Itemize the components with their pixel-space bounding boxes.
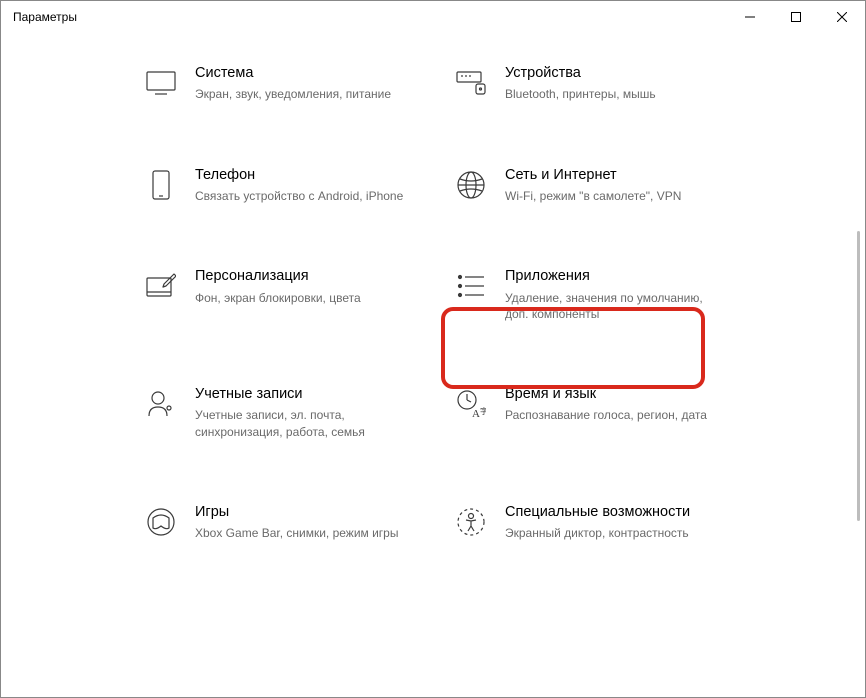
tile-devices[interactable]: Устройства Bluetooth, принтеры, мышь	[453, 63, 723, 105]
tile-desc: Экранный диктор, контрастность	[505, 525, 721, 541]
tile-desc: Учетные записи, эл. почта, синхронизация…	[195, 407, 411, 439]
tile-gaming[interactable]: Игры Xbox Game Bar, снимки, режим игры	[143, 502, 413, 544]
gaming-icon	[145, 506, 177, 538]
tile-personalization[interactable]: Персонализация Фон, экран блокировки, цв…	[143, 266, 413, 324]
personalization-icon	[145, 270, 177, 302]
tile-network[interactable]: Сеть и Интернет Wi-Fi, режим "в самолете…	[453, 165, 723, 207]
maximize-button[interactable]	[773, 1, 819, 33]
titlebar: Параметры	[1, 1, 865, 33]
tile-desc: Wi-Fi, режим "в самолете", VPN	[505, 188, 721, 204]
tile-accounts[interactable]: Учетные записи Учетные записи, эл. почта…	[143, 384, 413, 442]
window-controls	[727, 1, 865, 33]
tile-desc: Xbox Game Bar, снимки, режим игры	[195, 525, 411, 541]
network-icon	[455, 169, 487, 201]
devices-icon	[455, 67, 487, 99]
content: Система Экран, звук, уведомления, питани…	[1, 33, 865, 543]
phone-icon	[145, 169, 177, 201]
tile-title: Телефон	[195, 167, 411, 184]
settings-grid: Система Экран, звук, уведомления, питани…	[143, 63, 723, 543]
tile-system[interactable]: Система Экран, звук, уведомления, питани…	[143, 63, 413, 105]
tile-title: Сеть и Интернет	[505, 167, 721, 184]
accessibility-icon	[455, 506, 487, 538]
window-title: Параметры	[13, 10, 77, 24]
tile-title: Специальные возможности	[505, 504, 721, 521]
close-button[interactable]	[819, 1, 865, 33]
tile-accessibility[interactable]: Специальные возможности Экранный диктор,…	[453, 502, 723, 544]
scrollbar[interactable]	[851, 41, 865, 687]
tile-desc: Распознавание голоса, регион, дата	[505, 407, 721, 423]
tile-phone[interactable]: Телефон Связать устройство с Android, iP…	[143, 165, 413, 207]
tile-time-language[interactable]: A字 Время и язык Распознавание голоса, ре…	[453, 384, 723, 442]
apps-icon	[455, 270, 487, 302]
tile-apps[interactable]: Приложения Удаление, значения по умолчан…	[453, 266, 723, 324]
tile-title: Игры	[195, 504, 411, 521]
scrollbar-thumb[interactable]	[857, 231, 860, 521]
svg-text:字: 字	[480, 406, 486, 416]
tile-title: Устройства	[505, 65, 721, 82]
time-language-icon: A字	[455, 388, 487, 420]
svg-text:A: A	[472, 408, 480, 418]
system-icon	[145, 67, 177, 99]
tile-desc: Экран, звук, уведомления, питание	[195, 86, 411, 102]
tile-title: Приложения	[505, 268, 721, 285]
tile-title: Персонализация	[195, 268, 411, 285]
tile-desc: Bluetooth, принтеры, мышь	[505, 86, 721, 102]
minimize-button[interactable]	[727, 1, 773, 33]
tile-title: Время и язык	[505, 386, 721, 403]
tile-desc: Фон, экран блокировки, цвета	[195, 290, 411, 306]
tile-desc: Удаление, значения по умолчанию, доп. ко…	[505, 290, 721, 322]
accounts-icon	[145, 388, 177, 420]
tile-title: Учетные записи	[195, 386, 411, 403]
tile-title: Система	[195, 65, 411, 82]
tile-desc: Связать устройство с Android, iPhone	[195, 188, 411, 204]
